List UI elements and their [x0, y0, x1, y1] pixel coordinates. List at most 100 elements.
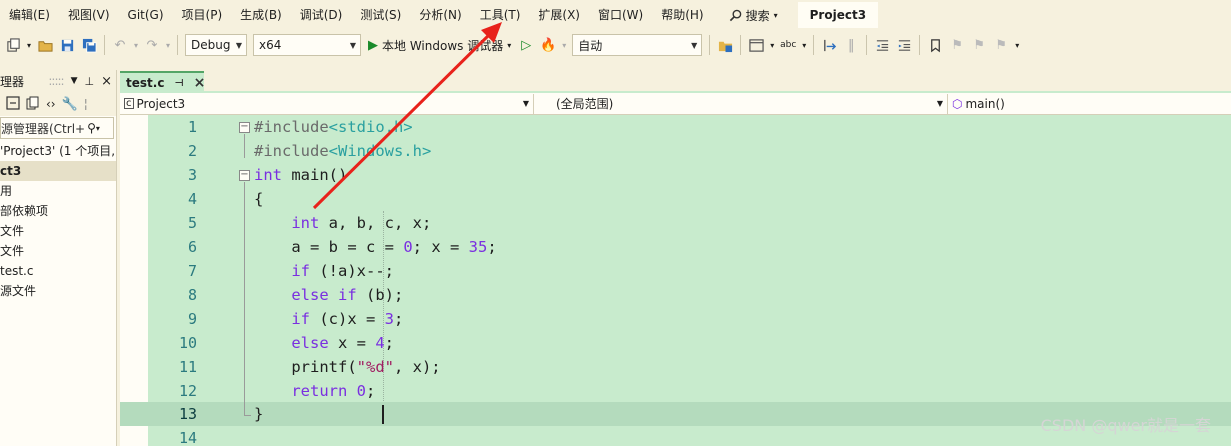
project-nav-select[interactable]: c Project3 ▼ [120, 93, 534, 114]
chevron-down-icon[interactable]: ▾ [1013, 35, 1021, 55]
collapse-all-icon[interactable] [6, 95, 20, 113]
undo-icon[interactable]: ↶ [110, 35, 130, 55]
start-without-debugging-icon[interactable]: ▷ [516, 35, 536, 55]
menu-view[interactable]: 视图(V) [59, 0, 119, 30]
spell-check-icon[interactable]: abc [778, 35, 798, 55]
line-number: 2 [187, 142, 197, 160]
outdent-icon[interactable] [872, 35, 892, 55]
tree-item-source-files[interactable]: 源文件 [0, 281, 116, 301]
menu-tools[interactable]: 工具(T) [471, 0, 530, 30]
menu-project[interactable]: 项目(P) [173, 0, 232, 30]
chevron-down-icon: ▾ [95, 123, 100, 133]
toolbar-separator [813, 35, 815, 55]
chevron-down-icon: ▾ [507, 40, 512, 50]
pin-icon[interactable]: ⊣ [174, 78, 183, 89]
pin-icon[interactable]: ⊥ [85, 75, 95, 88]
menu-edit[interactable]: 编辑(E) [0, 0, 59, 30]
method-cube-icon: ⬡ [952, 96, 963, 111]
chevron-down-icon[interactable]: ▾ [132, 35, 140, 55]
line-number: 10 [178, 334, 197, 352]
tree-item-resource-files[interactable]: 文件 [0, 241, 116, 261]
solution-search-input[interactable]: 源管理器(Ctrl+ ⚲ ▾ [0, 117, 114, 139]
more-icon[interactable]: ¦ [84, 97, 88, 111]
toolbar-separator [709, 35, 711, 55]
solution-explorer-title: 理器 [0, 74, 25, 89]
window-layout-icon[interactable] [746, 35, 766, 55]
save-all-icon[interactable] [79, 35, 99, 55]
folder-view-icon[interactable] [715, 35, 735, 55]
wrench-icon[interactable]: 🔧 [62, 97, 78, 112]
chevron-down-icon[interactable]: ▾ [164, 35, 172, 55]
search-icon: ⚲ [87, 121, 96, 135]
prev-bookmark-icon[interactable]: ⚑ [947, 35, 967, 55]
chevron-down-icon[interactable]: ▾ [560, 35, 568, 55]
code-view-icon[interactable]: ‹› [46, 97, 56, 111]
bookmark-icon[interactable] [925, 35, 945, 55]
collapse-region-icon[interactable]: − [239, 122, 250, 133]
code-line: int main() [254, 166, 348, 184]
clear-bookmarks-icon[interactable]: ⚑ [991, 35, 1011, 55]
standard-toolbar: ▾ ↶ ▾ ↷ ▾ Debug ▼ x64 ▼ ▶ 本地 Windows 调试器… [0, 30, 1231, 60]
member-nav-select[interactable]: ⬡ main() [948, 94, 1231, 114]
redo-icon[interactable]: ↷ [142, 35, 162, 55]
menu-debug[interactable]: 调试(D) [291, 0, 352, 30]
solution-explorer-header: 理器 ::::: ▼ ⊥ × [0, 70, 116, 92]
menu-build[interactable]: 生成(B) [231, 0, 291, 30]
next-bookmark-icon[interactable]: ⚑ [969, 35, 989, 55]
step-icon[interactable] [819, 35, 839, 55]
close-icon[interactable]: × [194, 75, 206, 91]
chevron-down-icon[interactable]: ▾ [25, 35, 33, 55]
menu-extensions[interactable]: 扩展(X) [529, 0, 589, 30]
tree-item-references[interactable]: 用 [0, 181, 116, 201]
chevron-down-icon[interactable]: ▼ [71, 76, 78, 86]
tab-test-c[interactable]: test.c ⊣ × [120, 71, 206, 93]
code-line: { [254, 190, 264, 208]
play-icon: ▶ [368, 37, 378, 53]
tree-item-project[interactable]: ct3 [0, 161, 116, 181]
watermark: CSDN @qwer就是一套 [1040, 416, 1211, 435]
text-caret [382, 405, 384, 424]
platform-select[interactable]: x64 ▼ [253, 34, 361, 56]
line-number: 7 [187, 262, 197, 280]
chevron-down-icon: ▼ [235, 40, 242, 50]
line-number: 8 [187, 286, 197, 304]
configuration-select[interactable]: Debug ▼ [185, 34, 247, 56]
code-area[interactable]: 1 2 3 4 5 6 7 8 9 10 11 12 13 14 − − #in… [120, 115, 1231, 446]
new-project-icon[interactable] [3, 35, 23, 55]
indent-icon[interactable] [894, 35, 914, 55]
open-folder-icon[interactable] [35, 35, 55, 55]
tree-item-external-deps[interactable]: 部依赖项 [0, 201, 116, 221]
menu-test[interactable]: 测试(S) [351, 0, 410, 30]
line-number: 13 [178, 405, 197, 423]
chevron-down-icon: ▼ [522, 99, 529, 108]
collapse-region-icon[interactable]: − [239, 170, 250, 181]
save-icon[interactable] [57, 35, 77, 55]
chevron-down-icon[interactable]: ▾ [768, 35, 776, 55]
auto-select[interactable]: 自动 ▼ [572, 34, 703, 56]
line-number: 9 [187, 310, 197, 328]
breakpoint-margin[interactable] [120, 115, 148, 446]
toolbar-separator [919, 35, 921, 55]
tree-item-test-c[interactable]: test.c [0, 261, 116, 281]
close-icon[interactable]: × [101, 74, 112, 89]
menu-window[interactable]: 窗口(W) [589, 0, 652, 30]
menu-analyze[interactable]: 分析(N) [410, 0, 470, 30]
code-line: if (c)x = 3; [291, 310, 404, 328]
show-all-files-icon[interactable] [26, 96, 40, 113]
start-debugging-button[interactable]: ▶ 本地 Windows 调试器 ▾ [364, 37, 515, 54]
format-icon[interactable]: ‖ [841, 35, 861, 55]
chevron-down-icon[interactable]: ▾ [800, 35, 808, 55]
toolbar-separator [866, 35, 868, 55]
drag-handle-icon[interactable]: ::::: [48, 74, 64, 88]
tree-item-solution[interactable]: 'Project3' (1 个项目, [0, 141, 116, 161]
nav-member-label: main() [965, 96, 1005, 111]
solution-explorer-panel: 理器 ::::: ▼ ⊥ × ‹› 🔧 ¦ 源管理器(Ctrl+ ⚲ ▾ 'Pr… [0, 70, 117, 446]
code-line: printf("%d", x); [254, 358, 441, 376]
hot-reload-icon[interactable]: 🔥 [538, 35, 558, 55]
tree-item-header-files[interactable]: 文件 [0, 221, 116, 241]
search-menu[interactable]: 搜索 ▾ [719, 7, 788, 24]
menu-git[interactable]: Git(G) [119, 0, 173, 30]
menu-help[interactable]: 帮助(H) [652, 0, 712, 30]
tab-label: test.c [126, 76, 165, 90]
scope-nav-select[interactable]: (全局范围) ▼ [534, 93, 948, 114]
